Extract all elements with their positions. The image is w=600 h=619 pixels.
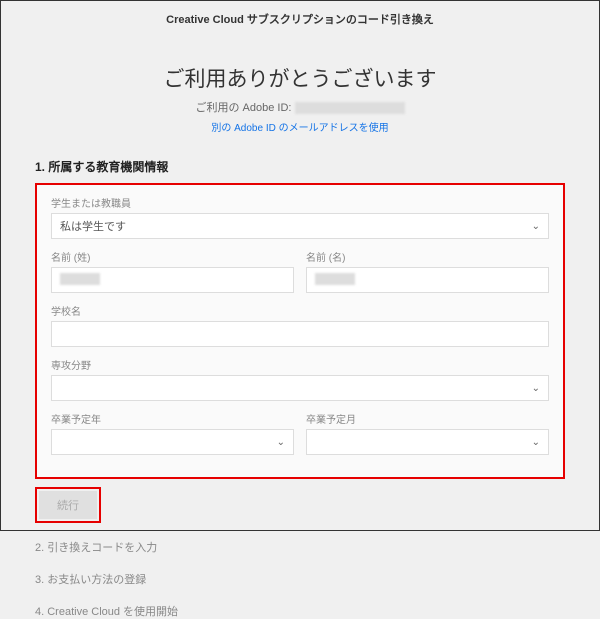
grad-month-select[interactable]: ⌄ [306, 429, 549, 455]
major-label: 専攻分野 [51, 357, 549, 372]
firstname-label: 名前 (名) [306, 249, 549, 264]
adobe-id-line: ご利用の Adobe ID: [35, 99, 565, 115]
section4-heading: 4. Creative Cloud を使用開始 [35, 603, 565, 619]
section1-heading: 1. 所属する教育機関情報 [35, 158, 565, 175]
adobe-id-value-blurred [295, 102, 405, 114]
major-select[interactable]: ⌄ [51, 375, 549, 401]
chevron-down-icon: ⌄ [532, 437, 540, 448]
grad-year-label: 卒業予定年 [51, 411, 294, 426]
education-info-form: 学生または教職員 私は学生です ⌄ 名前 (姓) 名前 (名) 学校名 [35, 183, 565, 479]
chevron-down-icon: ⌄ [532, 383, 540, 394]
grad-month-label: 卒業予定月 [306, 411, 549, 426]
adobe-id-label: ご利用の Adobe ID: [195, 102, 294, 114]
section2-heading: 2. 引き換えコードを入力 [35, 539, 565, 555]
chevron-down-icon: ⌄ [277, 437, 285, 448]
continue-button-highlight: 続行 [35, 487, 101, 523]
thanks-heading: ご利用ありがとうございます [35, 63, 565, 93]
section3-heading: 3. お支払い方法の登録 [35, 571, 565, 587]
firstname-input[interactable] [306, 267, 549, 293]
lastname-input[interactable] [51, 267, 294, 293]
continue-button[interactable]: 続行 [39, 491, 97, 519]
chevron-down-icon: ⌄ [532, 221, 540, 232]
school-input[interactable] [51, 321, 549, 347]
grad-year-select[interactable]: ⌄ [51, 429, 294, 455]
role-select-value: 私は学生です [60, 218, 126, 234]
lastname-value-blurred [60, 273, 100, 285]
role-select[interactable]: 私は学生です ⌄ [51, 213, 549, 239]
firstname-value-blurred [315, 273, 355, 285]
lastname-label: 名前 (姓) [51, 249, 294, 264]
page-header: Creative Cloud サブスクリプションのコード引き換え [1, 1, 599, 37]
use-other-id-link[interactable]: 別の Adobe ID のメールアドレスを使用 [35, 119, 565, 134]
school-label: 学校名 [51, 303, 549, 318]
role-label: 学生または教職員 [51, 195, 549, 210]
